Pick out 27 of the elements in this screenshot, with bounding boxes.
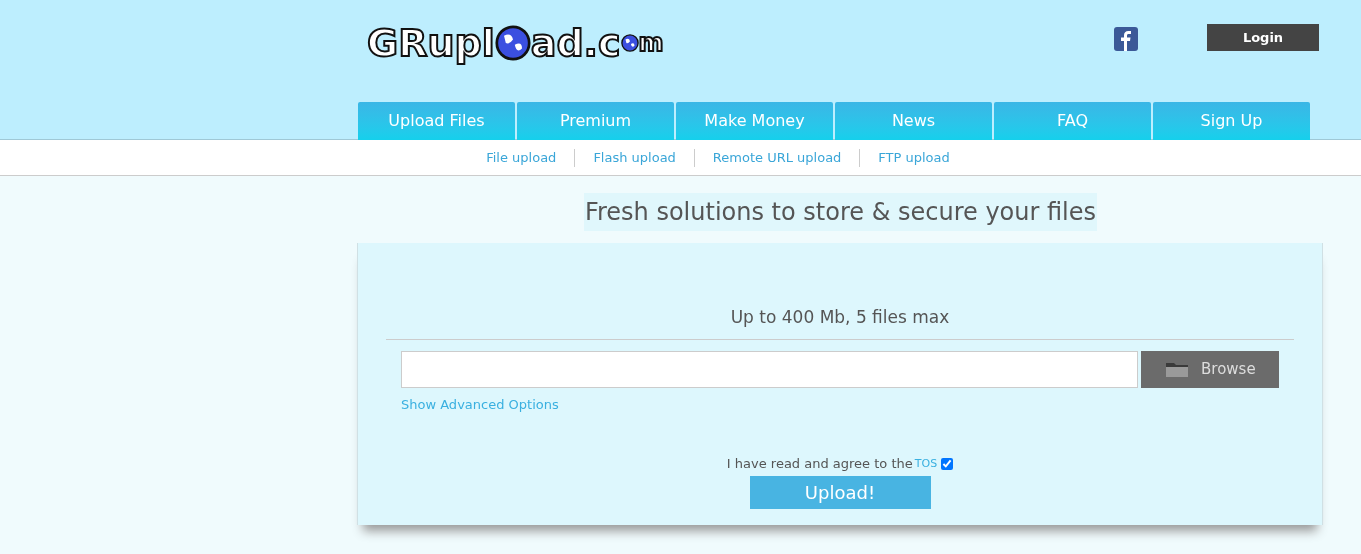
upload-button[interactable]: Upload! xyxy=(749,475,931,509)
nav-tab[interactable]: Premium xyxy=(517,102,674,140)
advanced-options-link[interactable]: Show Advanced Options xyxy=(401,394,559,414)
tos-text: I have read and agree to the xyxy=(726,455,913,473)
file-path-field[interactable] xyxy=(401,350,1138,388)
nav-tab[interactable]: Make Money xyxy=(676,102,833,140)
nav-tab[interactable]: FAQ xyxy=(994,102,1151,140)
upload-mode-link[interactable]: FTP upload xyxy=(870,147,958,168)
nav-tab[interactable]: Sign Up xyxy=(1153,102,1310,140)
upload-limit: Up to 400 Mb, 5 files max xyxy=(730,306,950,329)
globe-icon xyxy=(494,25,531,61)
tos-link[interactable]: TOS xyxy=(914,455,938,472)
logo-text: ad.c xyxy=(530,24,621,62)
folder-icon xyxy=(1165,360,1189,378)
logo-text: m xyxy=(638,31,664,55)
nav-tab[interactable]: Upload Files xyxy=(358,102,515,140)
nav-tab[interactable]: News xyxy=(835,102,992,140)
upload-mode-link[interactable]: File upload xyxy=(478,147,565,168)
upload-mode-link[interactable]: Flash upload xyxy=(585,147,684,168)
facebook-icon[interactable] xyxy=(1114,27,1138,51)
tos-checkbox[interactable] xyxy=(941,457,954,470)
headline: Fresh solutions to store & secure your files xyxy=(583,193,1098,231)
upload-mode-link[interactable]: Remote URL upload xyxy=(704,147,850,168)
globe-icon xyxy=(620,34,639,52)
login-button[interactable]: Login xyxy=(1207,24,1319,51)
browse-button[interactable]: Browse xyxy=(1141,350,1279,388)
logo-text: GRupl xyxy=(367,24,495,62)
